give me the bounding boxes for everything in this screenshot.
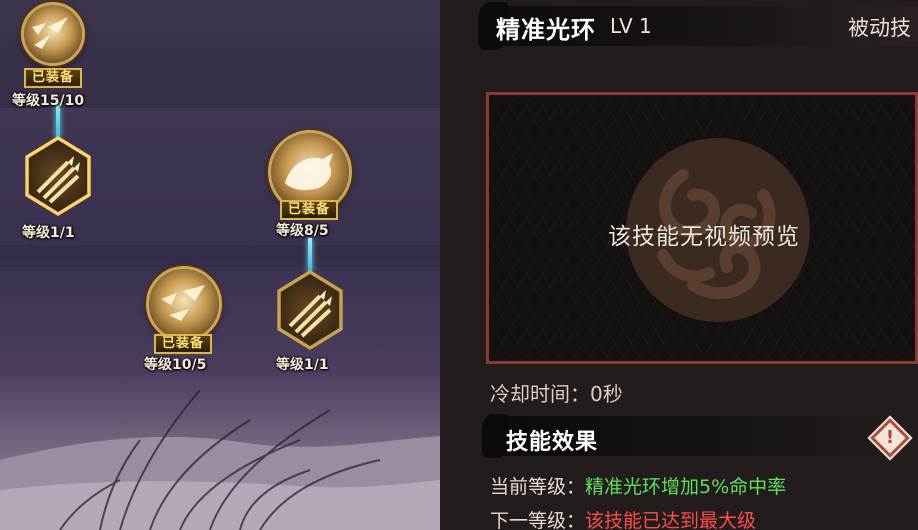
no-preview-message: 该技能无视频预览 [608, 224, 800, 250]
feather-icon [21, 2, 85, 66]
skill-node-arrows-left[interactable]: 等级1/1 [18, 136, 98, 244]
preview-background: 该技能无视频预览 [493, 99, 915, 357]
arrows-icon [25, 136, 91, 216]
bird-icon [146, 266, 222, 342]
skill-level-text: 等级1/1 [276, 357, 329, 373]
skill-tree-panel: 已装备 等级15/10 等级1/1 已装备 等级8/5 已装备 等级10/5 等… [0, 0, 440, 530]
equipped-badge: 已装备 [154, 334, 213, 354]
next-level-row: 下一等级：该技能已达到最大级 [490, 506, 756, 530]
tree-row-band [0, 245, 440, 267]
skill-node-arrows-right[interactable]: 等级1/1 [270, 270, 350, 378]
equipped-badge: 已装备 [280, 200, 339, 220]
skill-level-text: 等级10/5 [144, 357, 207, 373]
background-grass [59, 389, 381, 530]
skill-level-text: 等级15/10 [12, 93, 85, 109]
effect-title: 技能效果 [506, 430, 599, 455]
next-level-effect: 该技能已达到最大级 [585, 510, 757, 530]
skill-level-text: 等级1/1 [22, 225, 75, 241]
brush-stroke-decoration [482, 414, 508, 458]
skill-level-text: 等级8/5 [276, 223, 329, 239]
skill-type: 被动技 [848, 16, 911, 40]
skill-detail-panel: 精准光环 LV 1 被动技 该技能无视频预览 冷却时间：0秒 技能效果 ! 当前… [440, 0, 918, 530]
skill-level: LV 1 [610, 14, 652, 38]
next-level-label: 下一等级： [490, 510, 586, 530]
skill-node-wolf[interactable]: 已装备 等级8/5 [266, 130, 358, 242]
skill-name: 精准光环 [496, 16, 596, 44]
current-level-row: 当前等级：精准光环增加5%命中率 [490, 472, 786, 499]
skill-link [308, 238, 312, 272]
arrows-icon [277, 270, 343, 350]
current-level-label: 当前等级： [490, 476, 586, 498]
cooldown-text: 冷却时间：0秒 [490, 382, 623, 406]
skill-preview-frame: 该技能无视频预览 [486, 92, 918, 364]
exclamation-icon: ! [885, 427, 895, 448]
skill-node-birds[interactable]: 已装备 等级10/5 [140, 266, 232, 378]
skill-node-feathers[interactable]: 已装备 等级15/10 [12, 2, 98, 110]
equipped-badge: 已装备 [24, 68, 83, 88]
current-level-effect: 精准光环增加5%命中率 [585, 476, 787, 498]
